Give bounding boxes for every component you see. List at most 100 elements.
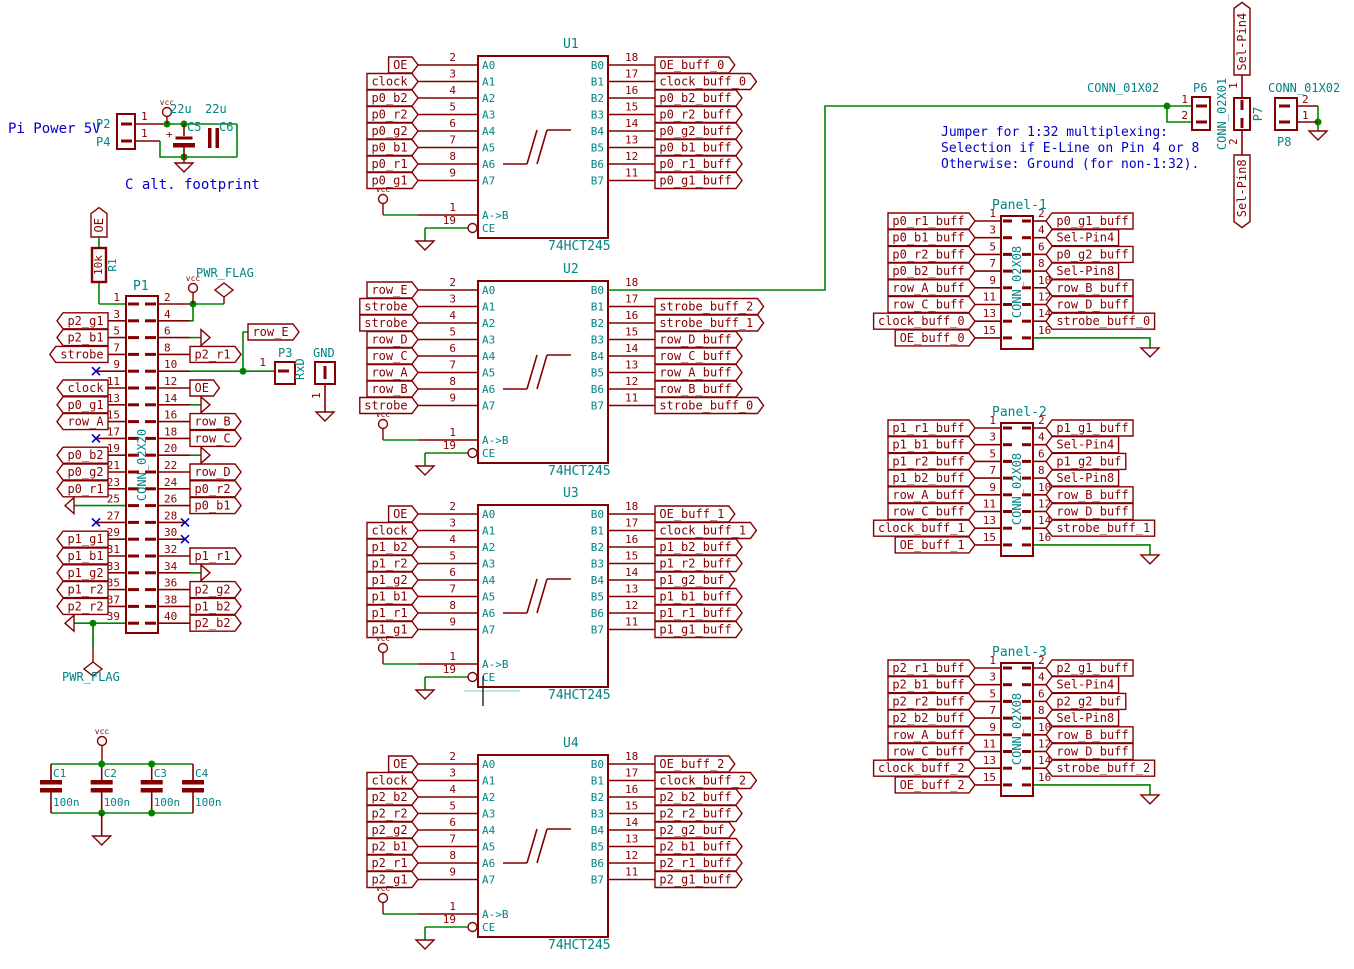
- pin-number: 4: [449, 533, 456, 546]
- gnd-symbol[interactable]: [65, 498, 74, 514]
- net-label-text: p2_g2: [371, 823, 407, 837]
- vcc-symbol[interactable]: [189, 284, 198, 293]
- pin-number: 12: [1038, 738, 1051, 751]
- pin-name: A->B: [482, 658, 509, 671]
- pin-number: 9: [113, 358, 120, 371]
- capacitor-c6[interactable]: [208, 128, 212, 148]
- pin-name: A5: [482, 367, 495, 380]
- net-label-text: p2_r2_buff: [892, 694, 964, 708]
- gnd-symbol[interactable]: [1141, 555, 1159, 564]
- connector-p8-body[interactable]: [1275, 98, 1297, 130]
- net-label-text: p0_g1: [67, 398, 103, 412]
- net-label-text: p2_b1_buff: [659, 840, 731, 854]
- junction-dot: [98, 761, 105, 768]
- gnd-symbol[interactable]: [201, 447, 210, 463]
- gnd-symbol[interactable]: [416, 241, 434, 250]
- pin-number: 9: [989, 274, 996, 287]
- capacitor-c3[interactable]: [141, 780, 163, 785]
- net-label-text: p1_b2: [371, 540, 407, 554]
- connector-p6-body[interactable]: [1192, 97, 1210, 130]
- net-label-text: p1_b1_buff: [892, 438, 964, 452]
- pin-name: A7: [482, 175, 495, 188]
- connector-p3-body[interactable]: [275, 362, 295, 384]
- pin-number: 13: [107, 392, 120, 405]
- gnd-symbol[interactable]: [416, 466, 434, 475]
- pin-number: 9: [989, 721, 996, 734]
- vcc-symbol[interactable]: [98, 737, 107, 746]
- gnd-symbol[interactable]: [201, 565, 210, 581]
- net-label-text: p2_r2: [371, 807, 407, 821]
- gnd-symbol[interactable]: [201, 397, 210, 413]
- vcc-symbol[interactable]: [379, 644, 388, 653]
- gnd-symbol[interactable]: [175, 163, 193, 172]
- junction-dot: [148, 810, 155, 817]
- pin-number: 19: [443, 913, 456, 926]
- pin-number: 5: [449, 550, 456, 563]
- pin-name: B5: [591, 367, 604, 380]
- connector-reference: P4: [96, 135, 110, 149]
- pin-number: 10: [1038, 481, 1051, 494]
- capacitor-c5[interactable]: [176, 137, 193, 140]
- pin-number: 26: [164, 493, 177, 506]
- net-label-text: p2_g2_buf: [659, 823, 724, 837]
- note-jumper-line2: Selection if E-Line on Pin 4 or 8: [941, 141, 1199, 156]
- capacitor-c2[interactable]: [91, 780, 113, 785]
- vcc-symbol[interactable]: [379, 420, 388, 429]
- connector-p2p4-body[interactable]: [117, 114, 135, 149]
- pin-number: 5: [989, 687, 996, 700]
- net-label-text: clock: [371, 75, 408, 89]
- cap-reference: C4: [195, 767, 209, 780]
- pin-number: 23: [107, 476, 120, 489]
- net-label-text: row_C: [371, 349, 407, 363]
- gnd-symbol[interactable]: [93, 836, 111, 845]
- pin-number: 6: [1038, 687, 1045, 700]
- pin-number: 7: [113, 341, 120, 354]
- gnd-symbol[interactable]: [201, 330, 210, 346]
- gnd-symbol[interactable]: [1141, 795, 1159, 804]
- pwr-flag-symbol[interactable]: [215, 283, 233, 297]
- net-label-text: p1_g1_buff: [659, 623, 731, 637]
- net-label-text: p1_r1_buff: [659, 606, 731, 620]
- net-label-text: row_B_buff: [1056, 488, 1128, 502]
- net-label-text: Sel-Pin4: [1056, 678, 1114, 692]
- pin-number: 11: [983, 498, 996, 511]
- pin-name: A1: [482, 76, 495, 89]
- gnd-symbol[interactable]: [316, 412, 334, 421]
- vcc-symbol[interactable]: [379, 894, 388, 903]
- connector-value: CONN_02X20: [135, 429, 149, 501]
- net-label-text: p0_r1: [371, 157, 407, 171]
- net-label-text: p2_g1_buff: [659, 873, 731, 887]
- pin-number: 7: [989, 257, 996, 270]
- net-label-text: row_A_buff: [892, 488, 964, 502]
- gnd-symbol[interactable]: [416, 690, 434, 699]
- pin-number: 5: [989, 240, 996, 253]
- gnd-symbol[interactable]: [416, 940, 434, 949]
- capacitor-c1[interactable]: [40, 780, 62, 785]
- pin-name: B0: [591, 59, 604, 72]
- pin-number: 15: [983, 531, 996, 544]
- pin-number: 2: [1181, 109, 1188, 122]
- pin-name: A4: [482, 574, 496, 587]
- cap-reference: C3: [154, 767, 167, 780]
- net-label-text: p2_b1_buff: [892, 678, 964, 692]
- cap-polarity-plus: +: [166, 128, 173, 141]
- pin-number: 3: [989, 224, 996, 237]
- cap-value: 100n: [154, 796, 181, 809]
- net-label-text: p2_b1: [371, 840, 407, 854]
- net-label-text: Sel-Pin8: [1056, 471, 1114, 485]
- pin-number: 11: [625, 616, 638, 629]
- cap-value: 100n: [104, 796, 131, 809]
- pin-number: 2: [449, 51, 456, 64]
- gnd-symbol[interactable]: [65, 615, 74, 631]
- pin-number: 14: [625, 566, 639, 579]
- net-label-text: row_B_buff: [1056, 281, 1128, 295]
- pin-number: 7: [989, 704, 996, 717]
- vcc-symbol[interactable]: [379, 195, 388, 204]
- pin-name: A2: [482, 92, 495, 105]
- capacitor-c4[interactable]: [182, 780, 204, 785]
- gnd-symbol[interactable]: [1141, 348, 1159, 357]
- gnd-symbol[interactable]: [1309, 131, 1327, 140]
- pin-number: 3: [449, 68, 456, 81]
- pin-number: 11: [625, 866, 638, 879]
- pin-name: B6: [591, 158, 604, 171]
